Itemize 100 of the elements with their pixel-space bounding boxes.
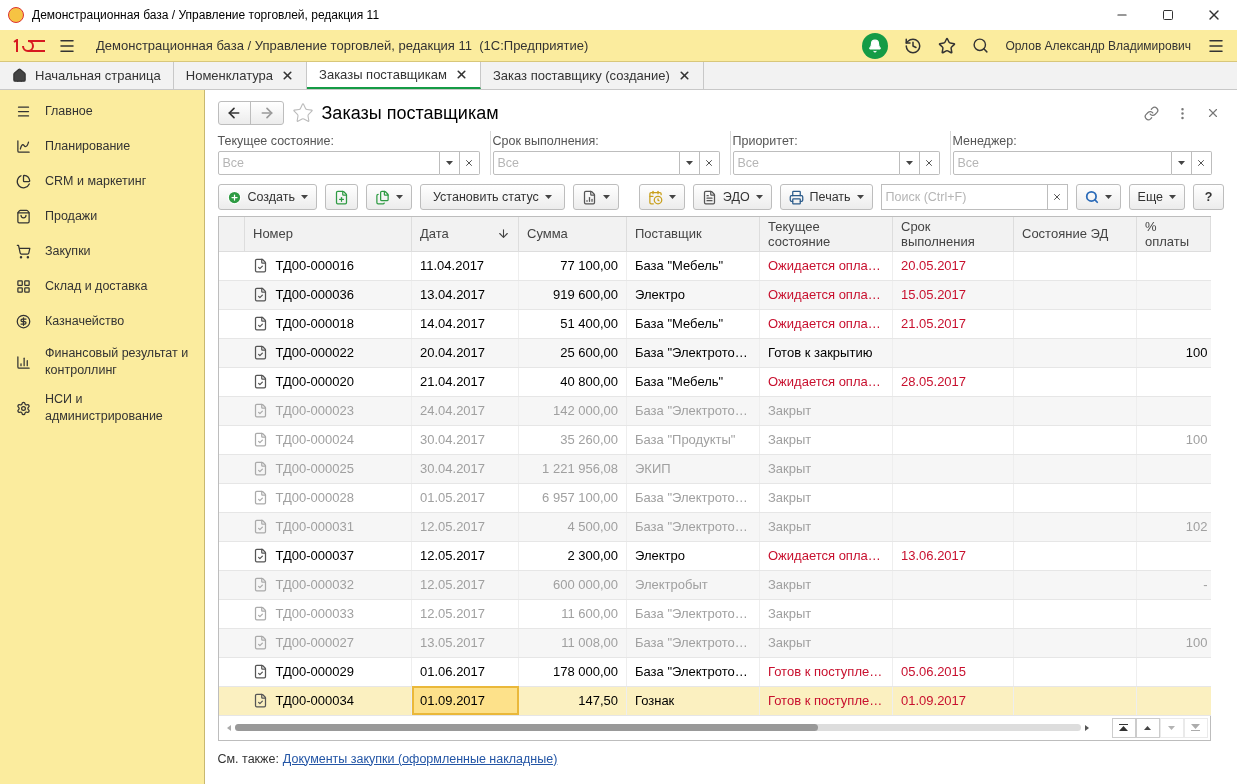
caret-icon [755,195,763,199]
to-bottom-icon [1191,724,1200,731]
add-copy-button[interactable] [325,184,358,210]
table-row[interactable]: ТД00-000020 21.04.2017 40 800,00 База "Мебель" Ожидается опла… 28.05.2017 [218,367,1211,396]
dropdown-button[interactable] [679,151,700,175]
calendar-button[interactable] [638,184,685,210]
column-header[interactable]: Срок выполнения [892,217,1014,251]
clear-button[interactable] [1191,151,1212,175]
table-cell-text: ТД00-000023 [275,401,354,420]
sidebar-item[interactable]: Финансовый результат и контроллинг [0,339,204,385]
table-row[interactable]: ТД00-000034 01.09.2017 147,50 Гознак Готов к поступле… 01.09.2017 [218,686,1211,715]
tab[interactable]: Начальная страница [0,62,174,89]
table-cell: База "Продукты" [635,431,736,447]
table-cell: 01.05.2017 [420,489,486,505]
print-button[interactable]: Печать [779,184,873,210]
table-row[interactable]: ТД00-000037 12.05.2017 2 300,00 Электро Ожидается опла… 13.06.2017 [218,541,1211,570]
table-cell: 4 500,00 [567,518,618,534]
table-cell-text: ТД00-000031 [275,517,354,536]
table-cell: Закрыт [768,634,812,650]
search-field[interactable]: Поиск (Ctrl+F) [880,184,1048,210]
table-cell-text: ТД00-000033 [275,604,354,623]
table-cell-text: ТД00-000036 [275,285,354,304]
document-icon [252,461,268,476]
files-icon [375,189,390,205]
link-icon[interactable] [1144,105,1159,121]
filter-field[interactable]: Все [952,151,1172,175]
sidebar-item[interactable]: Планирование [0,129,204,164]
sidebar-item[interactable]: Казначейство [0,304,204,339]
document-icon [252,316,268,331]
table-row[interactable]: ТД00-000022 20.04.2017 25 600,00 База "Электрото… Готов к закрытию 100 [218,338,1211,367]
create-button[interactable]: Создать [217,184,317,210]
clear-button[interactable] [1047,184,1068,210]
table-cell: ЭКИП [635,460,671,476]
dropdown-button[interactable] [899,151,920,175]
dropdown-button[interactable] [1171,151,1192,175]
clear-button[interactable] [919,151,940,175]
table-cell: 24.04.2017 [420,402,486,418]
sidebar-item[interactable]: Закупки [0,234,204,269]
table-row[interactable]: ТД00-000036 13.04.2017 919 600,00 Электро Ожидается опла… 15.05.2017 [218,280,1211,309]
sidebar-item[interactable]: Склад и доставка [0,269,204,304]
sidebar-item[interactable]: CRM и маркетинг [0,164,204,199]
tab[interactable]: Заказ поставщику (создание) [480,62,704,89]
column-header[interactable]: % оплаты [1136,217,1211,251]
table-cell: 11 600,00 [561,605,618,621]
more-button[interactable]: Еще [1128,184,1185,210]
column-header[interactable]: Сумма [518,217,627,251]
notifications-button[interactable] [862,32,889,59]
edo-button[interactable]: ЭДО [692,184,772,210]
sidebar-item[interactable]: НСИ и администрирование [0,385,204,431]
horizontal-scrollbar[interactable] [226,724,1089,731]
close-icon[interactable] [1206,106,1220,120]
table-row[interactable]: ТД00-000029 01.06.2017 178 000,00 База "Электрото… Готов к поступле… 05.06.2015 [218,657,1211,686]
table-cell: База "Электрото… [635,663,748,679]
close-tab-icon[interactable] [677,69,691,82]
column-header[interactable]: Дата [411,217,519,251]
table-cell: Закрыт [768,518,812,534]
filter-field[interactable]: Все [732,151,900,175]
filter-field[interactable]: Все [492,151,680,175]
dropdown-button[interactable] [439,151,460,175]
filter-field[interactable]: Все [217,151,440,175]
star-icon[interactable] [938,36,957,55]
table-cell: Закрыт [768,489,812,505]
table-row[interactable]: ТД00-000016 11.04.2017 77 100,00 База "Мебель" Ожидается опла… 20.05.2017 [218,251,1211,280]
close-tab-icon[interactable] [454,68,468,81]
coin-icon [16,314,31,329]
filter-label: Менеджер: [952,133,1018,150]
set-status-button[interactable]: Установить статус [420,184,565,210]
search-icon[interactable] [972,37,990,54]
table-cell: Готов к закрытию [768,344,873,360]
see-also-label: См. также: [217,750,279,768]
star-icon[interactable] [291,102,314,124]
filter-label: Приоритет: [732,133,799,150]
cart-icon [16,244,31,259]
table-cell: 21.05.2017 [901,315,967,331]
based-on-button[interactable] [366,184,412,210]
sidebar-item[interactable]: Продажи [0,199,204,234]
table-cell: 77 100,00 [560,257,618,273]
table-row[interactable]: ТД00-000018 14.04.2017 51 400,00 База "Мебель" Ожидается опла… 21.05.2017 [218,309,1211,338]
report-button[interactable] [572,184,619,210]
table-cell: 28.05.2017 [901,373,967,389]
clear-button[interactable] [459,151,480,175]
column-header[interactable]: Номер [244,217,412,251]
documents-link[interactable]: Документы закупки (оформленные накладные) [282,749,558,769]
table-cell: Готов к поступле… [768,663,883,679]
column-header[interactable]: Состояние ЭД [1013,217,1137,251]
help-button[interactable]: ? [1193,184,1224,210]
clear-button[interactable] [699,151,720,175]
column-header[interactable]: Поставщик [626,217,760,251]
table-cell: 100 [1185,431,1208,447]
history-icon[interactable] [904,36,923,55]
tab[interactable]: Заказы поставщикам [307,62,481,89]
search-button[interactable] [1075,184,1121,210]
sort-arrow-icon [497,227,510,241]
sidebar-item[interactable]: Главное [0,94,204,129]
column-header[interactable]: Текущее состояние [759,217,893,251]
table-cell: 600 000,00 [552,576,618,592]
caret-icon [668,195,676,199]
scroll-up-button[interactable] [1135,717,1160,738]
scroll-top-button[interactable] [1111,717,1136,738]
clear-icon [1196,158,1206,168]
